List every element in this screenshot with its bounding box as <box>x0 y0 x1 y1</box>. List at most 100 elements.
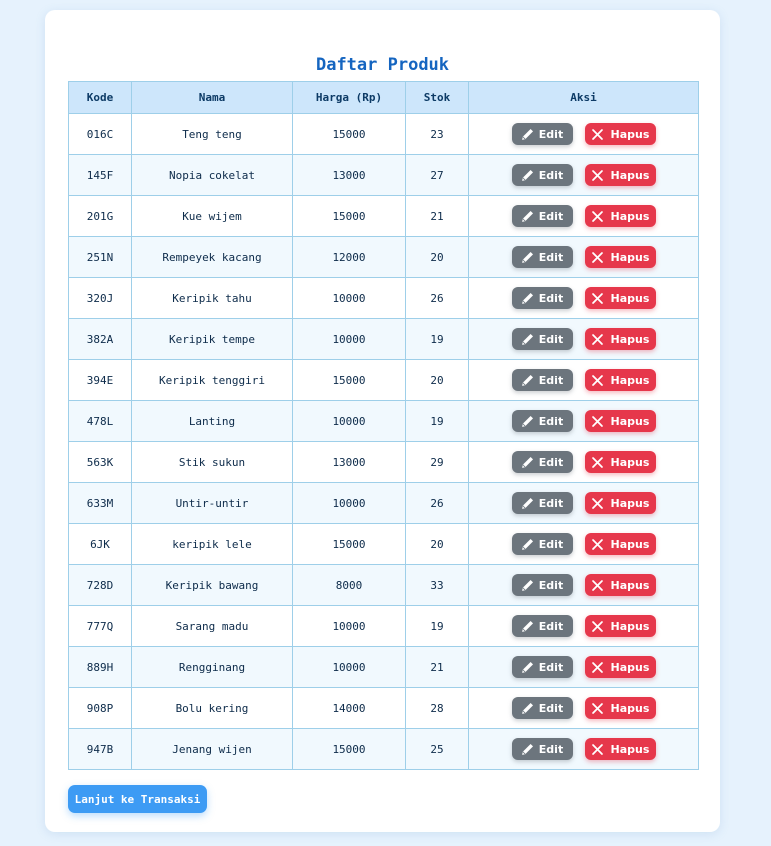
pencil-icon <box>521 128 534 141</box>
x-icon <box>591 374 604 387</box>
table-row: 382A Keripik tempe 10000 19 Edit Hapus <box>68 318 699 360</box>
delete-button[interactable]: Hapus <box>584 533 656 555</box>
product-price: 10000 <box>292 277 406 319</box>
edit-button[interactable]: Edit <box>511 574 573 596</box>
delete-button[interactable]: Hapus <box>584 123 656 145</box>
product-code: 6JK <box>68 523 132 565</box>
pencil-icon <box>521 292 534 305</box>
actions-cell: Edit Hapus <box>468 400 699 442</box>
edit-button[interactable]: Edit <box>511 492 573 514</box>
edit-button-label: Edit <box>538 168 564 182</box>
edit-button-label: Edit <box>538 291 564 305</box>
edit-button[interactable]: Edit <box>511 615 573 637</box>
edit-button[interactable]: Edit <box>511 410 573 432</box>
delete-button[interactable]: Hapus <box>584 615 656 637</box>
x-icon <box>591 702 604 715</box>
product-name: Untir-untir <box>131 482 293 524</box>
delete-button-label: Hapus <box>610 619 650 633</box>
product-stock: 19 <box>405 318 469 360</box>
delete-button[interactable]: Hapus <box>584 574 656 596</box>
row-actions: Edit Hapus <box>469 697 698 719</box>
delete-button-label: Hapus <box>610 373 650 387</box>
product-name: Keripik tenggiri <box>131 359 293 401</box>
pencil-icon <box>521 415 534 428</box>
product-code: 394E <box>68 359 132 401</box>
product-stock: 26 <box>405 482 469 524</box>
edit-button[interactable]: Edit <box>511 451 573 473</box>
delete-button-label: Hapus <box>610 332 650 346</box>
product-stock: 33 <box>405 564 469 606</box>
delete-button[interactable]: Hapus <box>584 451 656 473</box>
row-actions: Edit Hapus <box>469 369 698 391</box>
edit-button[interactable]: Edit <box>511 738 573 760</box>
delete-button[interactable]: Hapus <box>584 410 656 432</box>
x-icon <box>591 538 604 551</box>
product-price: 10000 <box>292 318 406 360</box>
column-header-actions: Aksi <box>468 81 699 114</box>
delete-button[interactable]: Hapus <box>584 369 656 391</box>
edit-button-label: Edit <box>538 701 564 715</box>
product-name: Keripik tahu <box>131 277 293 319</box>
delete-button[interactable]: Hapus <box>584 164 656 186</box>
product-price: 10000 <box>292 646 406 688</box>
x-icon <box>591 210 604 223</box>
edit-button[interactable]: Edit <box>511 205 573 227</box>
edit-button[interactable]: Edit <box>511 533 573 555</box>
product-name: Stik sukun <box>131 441 293 483</box>
product-name: Bolu kering <box>131 687 293 729</box>
row-actions: Edit Hapus <box>469 738 698 760</box>
product-price: 14000 <box>292 687 406 729</box>
edit-button-label: Edit <box>538 578 564 592</box>
product-name: Rengginang <box>131 646 293 688</box>
delete-button-label: Hapus <box>610 701 650 715</box>
edit-button[interactable]: Edit <box>511 164 573 186</box>
column-header-price: Harga (Rp) <box>292 81 406 114</box>
pencil-icon <box>521 497 534 510</box>
edit-button-label: Edit <box>538 250 564 264</box>
row-actions: Edit Hapus <box>469 615 698 637</box>
product-price: 13000 <box>292 154 406 196</box>
row-actions: Edit Hapus <box>469 574 698 596</box>
delete-button[interactable]: Hapus <box>584 738 656 760</box>
product-stock: 29 <box>405 441 469 483</box>
pencil-icon <box>521 333 534 346</box>
product-price: 10000 <box>292 482 406 524</box>
delete-button[interactable]: Hapus <box>584 492 656 514</box>
pencil-icon <box>521 210 534 223</box>
column-header-name: Nama <box>131 81 293 114</box>
edit-button[interactable]: Edit <box>511 656 573 678</box>
edit-button[interactable]: Edit <box>511 369 573 391</box>
x-icon <box>591 292 604 305</box>
table-body: 016C Teng teng 15000 23 Edit Hapus 145F … <box>68 113 699 770</box>
product-price: 10000 <box>292 605 406 647</box>
actions-cell: Edit Hapus <box>468 605 699 647</box>
delete-button[interactable]: Hapus <box>584 328 656 350</box>
product-name: Nopia cokelat <box>131 154 293 196</box>
delete-button[interactable]: Hapus <box>584 246 656 268</box>
table-row: 145F Nopia cokelat 13000 27 Edit Hapus <box>68 154 699 196</box>
delete-button[interactable]: Hapus <box>584 287 656 309</box>
delete-button-label: Hapus <box>610 455 650 469</box>
pencil-icon <box>521 169 534 182</box>
edit-button[interactable]: Edit <box>511 287 573 309</box>
product-price: 15000 <box>292 113 406 155</box>
delete-button[interactable]: Hapus <box>584 697 656 719</box>
row-actions: Edit Hapus <box>469 164 698 186</box>
edit-button[interactable]: Edit <box>511 697 573 719</box>
pencil-icon <box>521 702 534 715</box>
x-icon <box>591 743 604 756</box>
delete-button[interactable]: Hapus <box>584 205 656 227</box>
edit-button-label: Edit <box>538 619 564 633</box>
edit-button[interactable]: Edit <box>511 123 573 145</box>
edit-button[interactable]: Edit <box>511 328 573 350</box>
product-stock: 20 <box>405 523 469 565</box>
delete-button[interactable]: Hapus <box>584 656 656 678</box>
edit-button[interactable]: Edit <box>511 246 573 268</box>
continue-to-transaction-button[interactable]: Lanjut ke Transaksi <box>68 785 207 813</box>
actions-cell: Edit Hapus <box>468 441 699 483</box>
product-code: 728D <box>68 564 132 606</box>
table-row: 016C Teng teng 15000 23 Edit Hapus <box>68 113 699 155</box>
product-price: 12000 <box>292 236 406 278</box>
pencil-icon <box>521 620 534 633</box>
delete-button-label: Hapus <box>610 250 650 264</box>
